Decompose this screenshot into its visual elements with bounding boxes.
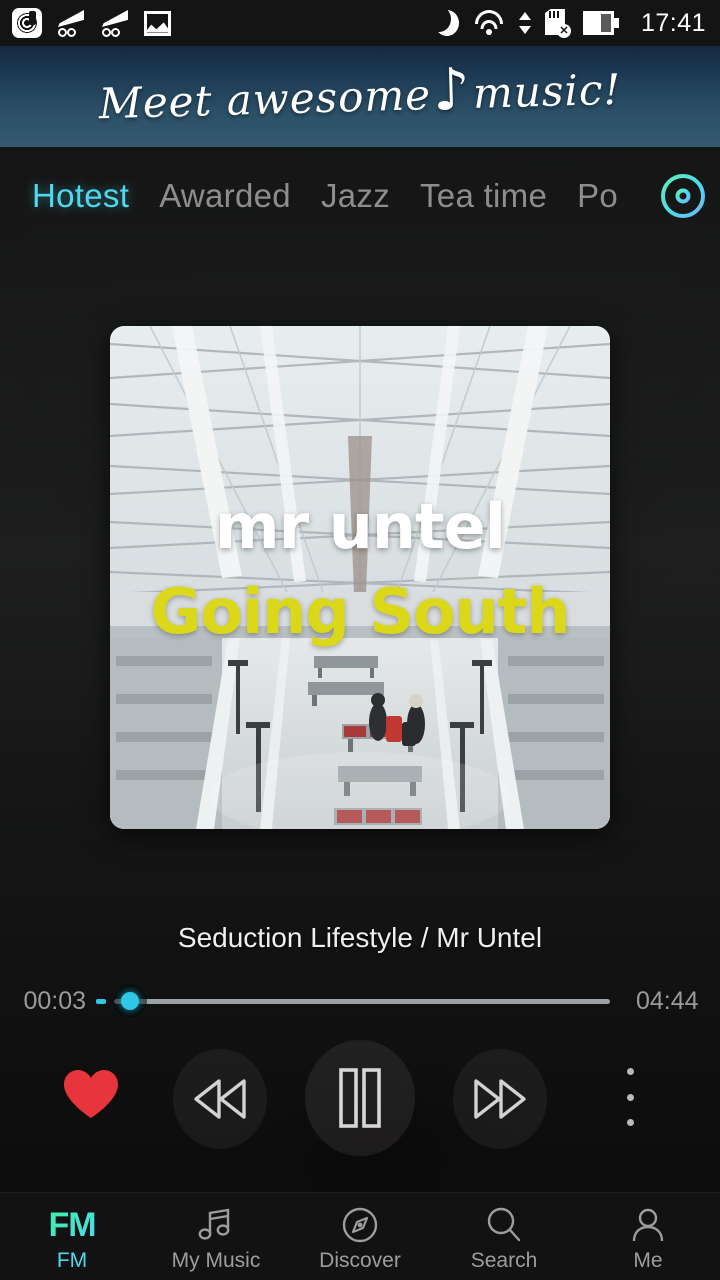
nav-label-me: Me <box>633 1248 663 1272</box>
nav-label-my-music: My Music <box>171 1248 261 1272</box>
album-title-overlay: Going South <box>150 575 570 648</box>
favorite-button[interactable] <box>62 1068 120 1120</box>
banner-text-before: Meet awesome <box>98 70 432 129</box>
scissors-icon <box>100 9 130 37</box>
heart-icon <box>64 1070 118 1118</box>
person-icon <box>628 1205 668 1245</box>
rewind-icon <box>194 1079 246 1119</box>
tab-hotest[interactable]: Hotest <box>32 177 129 215</box>
nav-item-discover[interactable]: Discover <box>288 1193 432 1280</box>
status-bar-clock: 17:41 <box>640 8 706 37</box>
nav-label-search: Search <box>470 1248 538 1272</box>
music-app-icon <box>12 8 42 38</box>
fm-icon-text: FM <box>48 1205 96 1244</box>
fast-forward-icon <box>474 1079 526 1119</box>
seek-bar[interactable] <box>96 984 620 1018</box>
music-note-icon <box>196 1205 236 1245</box>
nav-label-fm: FM <box>56 1248 88 1272</box>
category-tab-bar[interactable]: Hotest Awarded Jazz Tea time Po <box>0 160 720 232</box>
battery-icon <box>582 11 619 35</box>
nav-label-discover: Discover <box>319 1248 401 1272</box>
status-bar: ✕ 17:41 <box>0 0 720 46</box>
music-note-icon: ♪ <box>431 55 472 125</box>
banner-text-after: music! <box>472 64 622 118</box>
nav-item-me[interactable]: Me <box>576 1193 720 1280</box>
music-player-screen: ✕ 17:41 Meet awesome ♪ music! Hotest Awa… <box>0 0 720 1280</box>
banner-text: Meet awesome ♪ music! <box>0 46 720 147</box>
status-bar-right-icons: ✕ 17:41 <box>426 6 706 38</box>
pause-icon <box>339 1068 381 1128</box>
track-title: Seduction Lifestyle / Mr Untel <box>177 922 543 953</box>
seek-bar-thumb[interactable] <box>121 992 139 1010</box>
nav-item-search[interactable]: Search <box>432 1193 576 1280</box>
tab-tea-time[interactable]: Tea time <box>420 177 547 215</box>
play-pause-button[interactable] <box>305 1040 415 1156</box>
sdcard-removed-icon: ✕ <box>544 9 571 38</box>
gallery-icon <box>144 10 171 36</box>
data-transfer-icon <box>518 11 531 35</box>
bottom-navigation-bar[interactable]: FM FM My Music Discover Search Me <box>0 1192 720 1280</box>
tab-po[interactable]: Po <box>577 177 618 215</box>
overflow-menu-icon[interactable] <box>610 1068 650 1126</box>
album-art[interactable]: mr untel Going South <box>110 326 610 829</box>
cd-disc-icon[interactable] <box>660 173 706 219</box>
next-button[interactable] <box>453 1049 547 1149</box>
total-time-label: 04:44 <box>636 986 699 1015</box>
compass-icon <box>340 1205 380 1245</box>
album-artist-overlay: mr untel <box>215 490 506 563</box>
tab-awarded[interactable]: Awarded <box>159 177 291 215</box>
fm-icon: FM <box>48 1205 96 1245</box>
promo-banner[interactable]: Meet awesome ♪ music! <box>0 46 720 147</box>
previous-button[interactable] <box>173 1049 267 1149</box>
seek-bar-track <box>114 999 610 1004</box>
progress-bar-row[interactable]: 00:03 04:44 <box>0 984 720 1018</box>
status-bar-left-icons <box>12 8 171 38</box>
moon-dnd-icon <box>426 6 459 36</box>
scissors-icon <box>56 9 86 37</box>
wifi-icon <box>473 10 505 36</box>
seek-bar-progress <box>96 999 106 1004</box>
search-icon <box>484 1205 524 1245</box>
current-time-label: 00:03 <box>23 986 86 1015</box>
playback-controls <box>0 1040 720 1156</box>
nav-item-fm[interactable]: FM FM <box>0 1193 144 1280</box>
nav-item-my-music[interactable]: My Music <box>144 1193 288 1280</box>
tab-jazz[interactable]: Jazz <box>321 177 390 215</box>
